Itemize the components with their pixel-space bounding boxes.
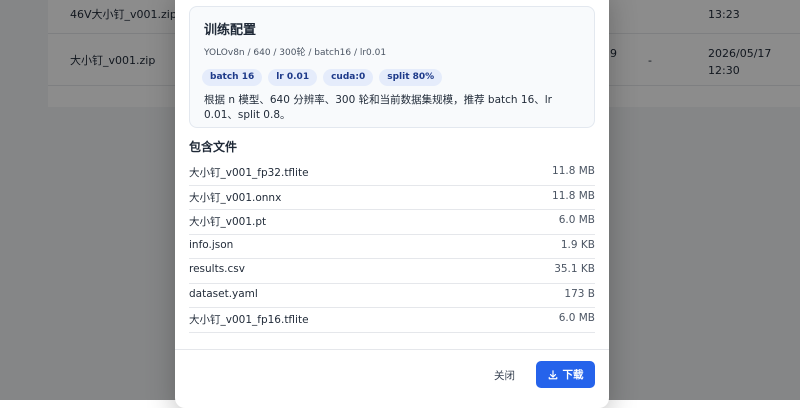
file-name: results.csv [189,263,245,275]
file-size: 11.8 MB [552,165,595,177]
file-row: 大小钉_v001_fp16.tflite 6.0 MB [189,308,595,333]
download-icon [548,369,557,379]
file-name: 大小钉_v001_fp32.tflite [189,167,309,179]
config-description: 根据 n 模型、640 分辨率、300 轮和当前数据集规模，推荐 batch 1… [204,94,553,121]
config-summary: YOLOv8n / 640 / 300轮 / batch16 / lr0.01 [204,48,387,58]
file-row: results.csv 35.1 KB [189,259,595,284]
config-tags: batch 16 lr 0.01 cuda:0 split 80% [202,69,443,86]
file-name: 大小钉_v001.onnx [189,191,282,204]
tag-batch: batch 16 [202,69,263,86]
file-size: 11.8 MB [552,189,595,202]
file-name: dataset.yaml [189,287,258,300]
config-title: 训练配置 [204,23,257,38]
file-size: 173 B [564,287,595,300]
files-section-title: 包含文件 [189,140,238,154]
file-row: info.json 1.9 KB [189,235,595,259]
file-row: 大小钉_v001_fp32.tflite 11.8 MB [189,161,595,186]
tag-lr: lr 0.01 [268,69,318,86]
footer-divider [175,349,609,350]
file-list: 大小钉_v001_fp32.tflite 11.8 MB 大小钉_v001.on… [189,161,595,333]
file-size: 1.9 KB [560,238,595,251]
file-name: info.json [189,238,234,251]
close-button[interactable]: 关闭 [490,366,519,385]
file-row: dataset.yaml 173 B [189,284,595,308]
download-button[interactable]: 下载 [536,361,595,388]
file-name: 大小钉_v001_fp16.tflite [189,314,309,326]
file-size: 35.1 KB [554,263,595,275]
file-name: 大小钉_v001.pt [189,216,267,228]
tag-split: split 80% [379,69,443,86]
model-details-dialog: 训练配置 YOLOv8n / 640 / 300轮 / batch16 / lr… [175,0,609,408]
file-size: 6.0 MB [558,214,595,226]
file-size: 6.0 MB [558,312,595,324]
tag-device: cuda:0 [323,69,374,86]
download-label: 下载 [562,369,584,381]
file-row: 大小钉_v001.onnx 11.8 MB [189,186,595,210]
file-row: 大小钉_v001.pt 6.0 MB [189,210,595,235]
training-config-card: 训练配置 YOLOv8n / 640 / 300轮 / batch16 / lr… [189,6,595,128]
